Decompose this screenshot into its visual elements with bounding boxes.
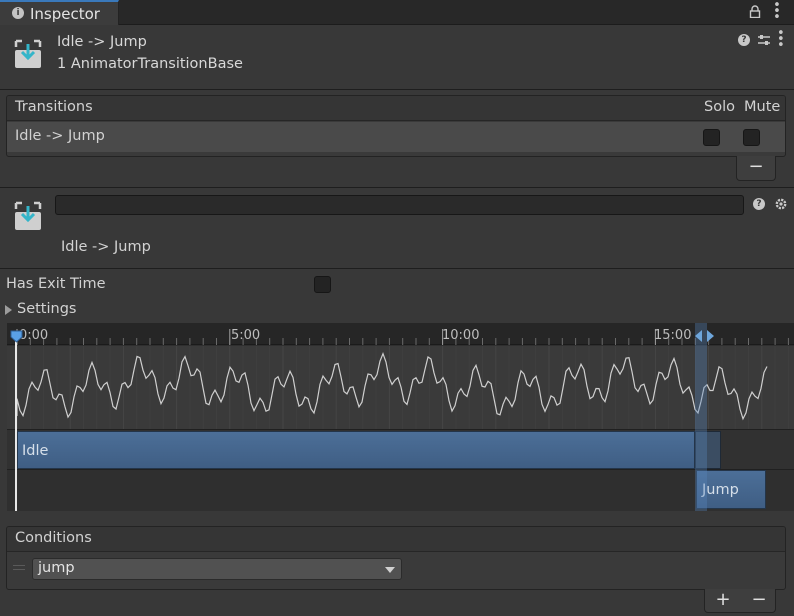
ruler-label: 5:00 [231,328,261,343]
source-state-bar[interactable]: Idle [17,431,695,469]
ruler-label: 0:00 [19,328,49,343]
pose-curve-area [7,346,794,429]
kebab-menu-icon[interactable]: • • • [772,0,782,24]
remove-condition-button[interactable]: − [741,589,777,613]
settings-foldout-label[interactable]: Settings [17,301,76,317]
object-name: Idle -> Jump [57,34,147,50]
animator-transition-icon [14,201,42,230]
divider [0,89,794,90]
transition-name-field[interactable] [55,195,744,215]
mute-column-label: Mute [744,99,781,115]
add-condition-button[interactable]: + [705,589,741,613]
gear-icon[interactable] [774,197,788,211]
transition-row[interactable]: Idle -> Jump [7,122,785,152]
transition-row-label: Idle -> Jump [15,128,105,144]
help-icon[interactable]: ? [738,34,750,46]
timeline-ruler[interactable]: 0:00 5:00 10:00 15:00 [7,323,794,345]
transition-timeline[interactable]: 0:00 5:00 10:00 15:00 Idle Jump [7,323,794,511]
inspector-tab-bar: i Inspector • • • [0,0,794,25]
destination-state-label: Jump [702,482,739,498]
conditions-list-header: Conditions [7,527,785,552]
help-icon[interactable]: ? [753,198,765,210]
source-state-label: Idle [22,443,49,459]
drag-handle-icon[interactable] [13,565,25,570]
playhead-marker-icon[interactable] [10,330,23,343]
mute-checkbox[interactable] [743,129,760,146]
inspector-tab[interactable]: i Inspector [0,0,119,25]
conditions-header-label: Conditions [15,530,92,546]
object-type: 1 AnimatorTransitionBase [57,56,243,72]
kebab-menu-icon[interactable]: • • • [777,27,785,52]
divider [0,187,794,188]
pose-curve [16,346,789,429]
solo-checkbox[interactable] [703,129,720,146]
expand-arrow-icon[interactable] [5,305,12,315]
transitions-list-header: Transitions Solo Mute [7,96,785,121]
ruler-label: 15:00 [654,328,692,343]
has-exit-time-checkbox[interactable] [314,276,331,293]
transition-start-handle-icon[interactable] [694,329,702,343]
dropdown-arrow-icon [385,567,395,573]
animator-transition-icon [14,39,42,68]
transitions-list: Transitions Solo Mute Idle -> Jump [6,95,786,157]
divider [0,268,794,269]
has-exit-time-label: Has Exit Time [6,276,106,292]
playhead-line [15,333,17,511]
ruler-label: 10:00 [442,328,480,343]
transition-overlap-region[interactable] [695,323,707,511]
transition-end-handle-icon[interactable] [707,329,715,343]
conditions-list: Conditions jump [6,526,786,590]
transition-sub-label: Idle -> Jump [61,239,151,255]
lock-icon[interactable] [749,5,761,18]
condition-parameter-dropdown[interactable]: jump [32,558,402,580]
sliders-icon[interactable] [757,33,771,47]
tab-title: Inspector [30,5,100,23]
transitions-header-label: Transitions [15,99,93,115]
solo-column-label: Solo [704,99,735,115]
condition-parameter-value: jump [38,560,75,576]
remove-transition-button[interactable]: − [736,156,776,181]
conditions-footer: + − [704,589,776,613]
info-icon: i [12,7,24,19]
